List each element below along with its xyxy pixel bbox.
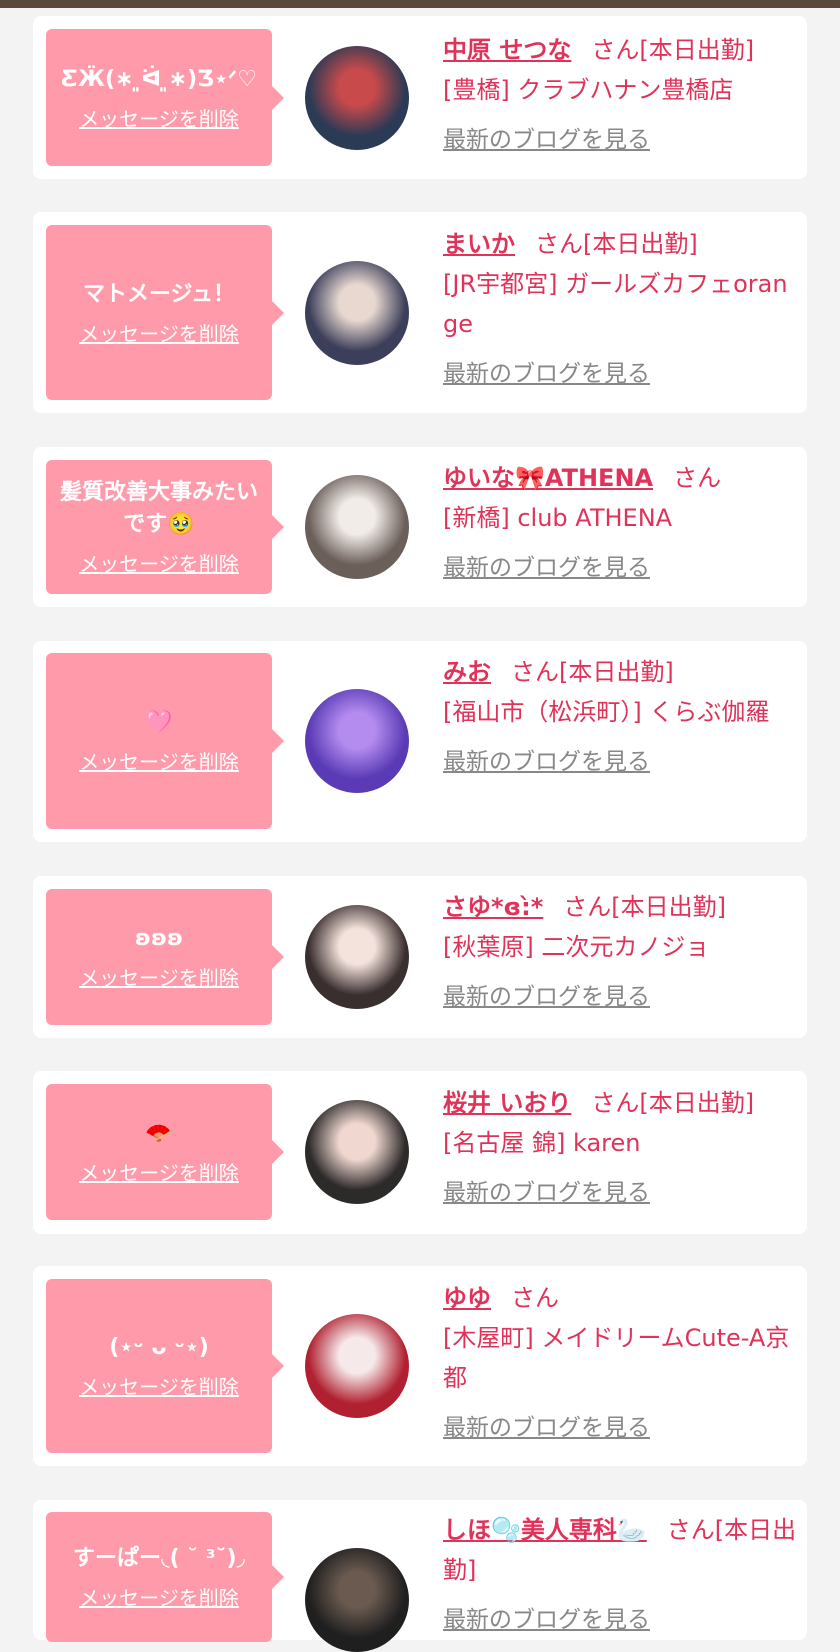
delete-message-link[interactable]: メッセージを削除	[79, 965, 239, 991]
message-bubble: (⋆ᵕ ᴗ ᵕ⋆) メッセージを削除	[46, 1279, 284, 1453]
avatar[interactable]	[305, 1100, 409, 1204]
status-label: [本日出勤]	[639, 1089, 755, 1117]
avatar[interactable]	[305, 261, 409, 365]
avatar[interactable]	[305, 689, 409, 793]
cast-header: 桜井 いおり さん[本日出勤]	[443, 1083, 798, 1123]
blog-link[interactable]: 最新のブログを見る	[443, 120, 650, 160]
message-text: 髪質改善大事みたいです🥹	[59, 480, 258, 537]
message-text: ʚʚʚ	[134, 926, 184, 951]
message-bubble: ƸӜ(∗ ͈ᐛ ͈∗)Ʒ⋆ᐟ♡ メッセージを削除	[46, 29, 284, 166]
message-text: 🪭	[145, 1121, 173, 1146]
cast-name-link[interactable]: しほ🫧美人専科🦢	[443, 1516, 647, 1544]
delete-message-link[interactable]: メッセージを削除	[79, 749, 239, 775]
top-bar	[0, 0, 840, 8]
cast-info: さゆ*ɞ:̀* さん[本日出勤] [秋葉原] 二次元カノジョ 最新のブログを見る	[443, 887, 798, 1017]
message-card: ʚʚʚ メッセージを削除 さゆ*ɞ:̀* さん[本日出勤] [秋葉原] 二次元カノ…	[33, 876, 807, 1038]
cast-info: まいか さん[本日出勤] [JR宇都宮] ガールズカフェorange 最新のブログ…	[443, 224, 798, 394]
cast-header: ゆゆ さん	[443, 1278, 798, 1318]
shop-name: [新橋] club ATHENA	[443, 504, 673, 532]
shop-name: [JR宇都宮] ガールズカフェorange	[443, 270, 788, 338]
message-card: 🩷 メッセージを削除 みお さん[本日出勤] [福山市（松浜町）] くらぶ伽羅 最…	[33, 641, 807, 842]
message-card: 髪質改善大事みたいです🥹 メッセージを削除 ゆいな🎀ATHENA さん [新橋] …	[33, 447, 807, 607]
cast-header: さゆ*ɞ:̀* さん[本日出勤]	[443, 887, 798, 927]
cast-info: しほ🫧美人専科🦢 さん[本日出勤] 最新のブログを見る	[443, 1510, 798, 1640]
blog-link[interactable]: 最新のブログを見る	[443, 1600, 650, 1640]
message-card: 🪭 メッセージを削除 桜井 いおり さん[本日出勤] [名古屋 錦] karen …	[33, 1071, 807, 1234]
shop-name: [木屋町] メイドリームCute-A京都	[443, 1324, 790, 1392]
delete-message-link[interactable]: メッセージを削除	[79, 1585, 239, 1611]
message-bubble: すーぱー◟( ˘ ³˘)◞ メッセージを削除	[46, 1512, 284, 1642]
cast-header: しほ🫧美人専科🦢 さん[本日出勤]	[443, 1510, 798, 1590]
status-label: [本日出勤]	[611, 893, 726, 921]
cast-header: みお さん[本日出勤]	[443, 652, 798, 692]
status-label: [本日出勤]	[639, 36, 755, 64]
cast-header: ゆいな🎀ATHENA さん	[443, 458, 798, 498]
delete-message-link[interactable]: メッセージを削除	[79, 106, 239, 132]
avatar[interactable]	[305, 475, 409, 579]
delete-message-link[interactable]: メッセージを削除	[79, 551, 239, 577]
status-label: [本日出勤]	[559, 658, 674, 686]
message-bubble: 髪質改善大事みたいです🥹 メッセージを削除	[46, 460, 284, 594]
shop-name: [豊橋] クラブハナン豊橋店	[443, 76, 734, 104]
honorific: さん	[673, 464, 722, 492]
status-label: [本日出勤]	[583, 230, 698, 258]
message-card: すーぱー◟( ˘ ³˘)◞ メッセージを削除 しほ🫧美人専科🦢 さん[本日出勤] …	[33, 1500, 807, 1652]
cast-header: 中原 せつな さん[本日出勤]	[443, 30, 798, 70]
cast-name-link[interactable]: 中原 せつな	[443, 36, 571, 64]
honorific: さん	[666, 1516, 715, 1544]
delete-message-link[interactable]: メッセージを削除	[79, 1160, 239, 1186]
avatar[interactable]	[305, 905, 409, 1009]
cast-info: 桜井 いおり さん[本日出勤] [名古屋 錦] karen 最新のブログを見る	[443, 1083, 798, 1213]
cast-info: 中原 せつな さん[本日出勤] [豊橋] クラブハナン豊橋店 最新のブログを見る	[443, 30, 798, 160]
blog-link[interactable]: 最新のブログを見る	[443, 1408, 650, 1448]
cast-name-link[interactable]: さゆ*ɞ:̀*	[443, 893, 543, 921]
cast-info: ゆいな🎀ATHENA さん [新橋] club ATHENA 最新のブログを見る	[443, 458, 798, 588]
blog-link[interactable]: 最新のブログを見る	[443, 548, 650, 588]
blog-link[interactable]: 最新のブログを見る	[443, 977, 650, 1017]
message-bubble: 🩷 メッセージを削除	[46, 653, 284, 829]
shop-name: [秋葉原] 二次元カノジョ	[443, 933, 710, 961]
delete-message-link[interactable]: メッセージを削除	[79, 1374, 239, 1400]
honorific: さん	[591, 1089, 640, 1117]
message-card: マトメージュ！ メッセージを削除 まいか さん[本日出勤] [JR宇都宮] ガール…	[33, 212, 807, 413]
message-text: マトメージュ！	[82, 281, 236, 307]
cast-header: まいか さん[本日出勤]	[443, 224, 798, 264]
message-card: ƸӜ(∗ ͈ᐛ ͈∗)Ʒ⋆ᐟ♡ メッセージを削除 中原 せつな さん[本日出勤] …	[33, 16, 807, 179]
honorific: さん	[535, 230, 583, 258]
cast-name-link[interactable]: まいか	[443, 230, 515, 258]
cast-name-link[interactable]: ゆいな🎀ATHENA	[443, 464, 653, 492]
message-text: ƸӜ(∗ ͈ᐛ ͈∗)Ʒ⋆ᐟ♡	[61, 66, 257, 92]
message-bubble: ʚʚʚ メッセージを削除	[46, 889, 284, 1025]
cast-name-link[interactable]: 桜井 いおり	[443, 1089, 571, 1117]
avatar[interactable]	[305, 1314, 409, 1418]
delete-message-link[interactable]: メッセージを削除	[79, 321, 239, 347]
avatar[interactable]	[305, 1548, 409, 1652]
message-card: (⋆ᵕ ᴗ ᵕ⋆) メッセージを削除 ゆゆ さん [木屋町] メイドリームCute…	[33, 1266, 807, 1466]
message-text: (⋆ᵕ ᴗ ᵕ⋆)	[109, 1335, 209, 1360]
blog-link[interactable]: 最新のブログを見る	[443, 1173, 650, 1213]
shop-name: [福山市（松浜町）] くらぶ伽羅	[443, 698, 770, 726]
cast-info: ゆゆ さん [木屋町] メイドリームCute-A京都 最新のブログを見る	[443, 1278, 798, 1448]
message-bubble: マトメージュ！ メッセージを削除	[46, 225, 284, 400]
message-text: すーぱー◟( ˘ ³˘)◞	[72, 1546, 246, 1571]
honorific: さん	[511, 658, 559, 686]
honorific: さん	[511, 1284, 559, 1312]
blog-link[interactable]: 最新のブログを見る	[443, 742, 650, 782]
message-bubble: 🪭 メッセージを削除	[46, 1084, 284, 1220]
blog-link[interactable]: 最新のブログを見る	[443, 354, 650, 394]
avatar[interactable]	[305, 46, 409, 150]
cast-info: みお さん[本日出勤] [福山市（松浜町）] くらぶ伽羅 最新のブログを見る	[443, 652, 798, 782]
honorific: さん	[563, 893, 612, 921]
shop-name: [名古屋 錦] karen	[443, 1129, 641, 1157]
cast-name-link[interactable]: ゆゆ	[443, 1284, 491, 1312]
cast-name-link[interactable]: みお	[443, 658, 491, 686]
honorific: さん	[591, 36, 640, 64]
message-text: 🩷	[145, 710, 173, 735]
